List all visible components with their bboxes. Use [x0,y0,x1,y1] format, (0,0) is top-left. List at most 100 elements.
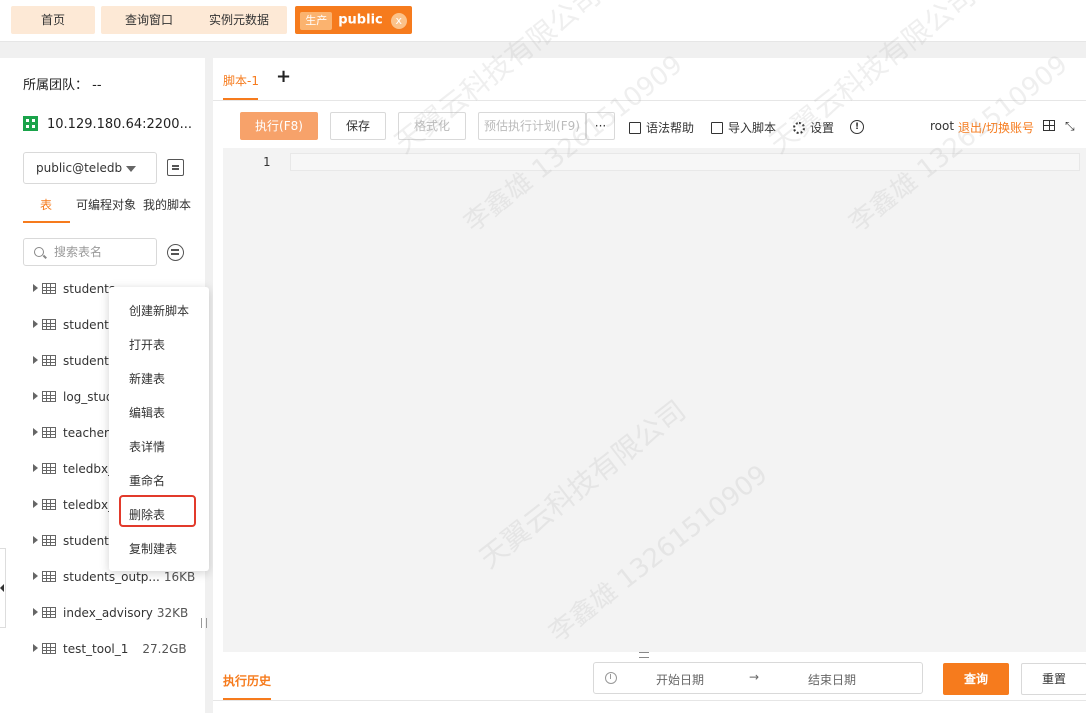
table-icon [42,355,56,366]
subtab-my-scripts[interactable]: 我的脚本 [143,196,191,213]
table-context-menu: 创建新脚本 打开表 新建表 编辑表 表详情 重命名 删除表 复制建表 [109,287,209,571]
expand-icon[interactable] [33,356,38,364]
server-address-text: 10.129.180.64:2200... [47,117,192,132]
sidebar-resize-handle[interactable] [201,618,207,628]
line-number: 1 [263,155,271,169]
object-subtabs: 表 可编程对象 我的脚本 [23,194,198,224]
menu-item-edit-table[interactable]: 编辑表 [129,404,165,421]
subtab-programmable[interactable]: 可编程对象 [76,196,136,213]
syntax-help-link[interactable]: 语法帮助 [629,119,694,136]
import-script-label: 导入脚本 [728,121,777,135]
date-range-picker[interactable]: 开始日期 → 结束日期 [593,662,923,694]
table-name: index_advisory [63,606,153,620]
info-icon[interactable]: ! [850,120,864,134]
menu-item-open-table[interactable]: 打开表 [129,336,165,353]
tab-script-1[interactable]: 脚本-1 [223,72,259,89]
query-button[interactable]: 查询 [943,663,1009,695]
expand-icon[interactable] [33,428,38,436]
table-icon [42,283,56,294]
current-line[interactable] [290,153,1080,171]
table-search-input[interactable]: 搜索表名 [23,238,157,266]
subtab-tables[interactable]: 表 [40,196,52,213]
panel-resize-handle[interactable] [639,652,649,658]
table-icon [42,319,56,330]
expand-icon[interactable] [33,284,38,292]
table-name: students [63,534,116,548]
menu-item-rename[interactable]: 重命名 [129,472,165,489]
tab-instance-metadata[interactable]: 实例元数据 [191,6,287,34]
settings-link[interactable]: 设置 [793,119,834,136]
start-date-field[interactable]: 开始日期 [656,671,704,688]
expand-icon[interactable] [33,500,38,508]
divider [213,700,1086,701]
table-name: students_outp... [63,570,160,584]
expand-icon[interactable] [33,644,38,652]
syntax-help-label: 语法帮助 [646,121,695,135]
table-row[interactable]: test_tool_1 27.2GB [33,642,198,662]
arrow-right-icon: → [749,670,760,684]
table-name: teledbx_ [63,462,115,476]
table-icon [42,391,56,402]
search-icon [34,247,44,257]
editor-panel: 脚本-1 + 执行(F8) 保存 格式化 预估执行计划(F9) ··· 语法帮助… [213,58,1086,713]
server-address[interactable]: 10.129.180.64:2200... [23,116,198,132]
table-size: 16KB [163,570,196,584]
table-row[interactable]: index_advisory 32KB [33,606,198,626]
table-icon [42,607,56,618]
reset-button[interactable]: 重置 [1021,663,1086,695]
table-size: 27.2GB [142,642,187,656]
logout-switch-link[interactable]: 退出/切换账号 [958,119,1034,136]
database-select-value: public@teledb [36,161,123,175]
format-button[interactable]: 格式化 [398,112,466,140]
import-script-link[interactable]: 导入脚本 [711,119,776,136]
end-date-field[interactable]: 结束日期 [808,671,856,688]
refresh-icon[interactable] [167,244,184,261]
database-select[interactable]: public@teledb [23,152,157,184]
tab-query-window[interactable]: 查询窗口 [101,6,197,34]
import-icon [711,122,723,134]
table-icon [42,463,56,474]
table-name: teledbx_ [63,498,115,512]
expand-icon[interactable] [33,572,38,580]
env-badge: 生产 [300,11,333,30]
layout-icon[interactable] [1043,120,1055,131]
menu-item-copy-ddl[interactable]: 复制建表 [129,540,177,557]
table-size: 32KB [156,606,189,620]
fullscreen-icon[interactable]: ⤡ [1065,119,1075,134]
tab-execution-history[interactable]: 执行历史 [223,672,271,689]
table-icon [42,535,56,546]
expand-icon[interactable] [33,392,38,400]
save-button[interactable]: 保存 [330,112,386,140]
expand-icon[interactable] [33,536,38,544]
tab-public-label: public [338,12,383,28]
estimate-plan-button[interactable]: 预估执行计划(F9) [478,112,586,140]
table-icon [42,427,56,438]
help-icon [629,122,641,134]
table-row[interactable]: students_outp... 16KB [33,570,198,590]
menu-item-new-table[interactable]: 新建表 [129,370,165,387]
tab-public[interactable]: 生产 public x [295,6,412,34]
table-icon [42,499,56,510]
sql-editor[interactable]: 1 [223,148,1086,652]
more-button[interactable]: ··· [586,112,615,140]
table-name: students [63,354,116,368]
close-icon[interactable]: x [390,12,407,29]
settings-label: 设置 [810,121,835,135]
table-name: log_stud [63,390,114,404]
collapse-sidebar-handle[interactable] [0,548,6,628]
run-button[interactable]: 执行(F8) [240,112,318,140]
copy-icon[interactable] [167,159,184,176]
menu-item-table-details[interactable]: 表详情 [129,438,165,455]
table-name: students [63,282,116,296]
top-tab-bar: 首页 查询窗口 实例元数据 生产 public x [0,0,1086,42]
expand-icon[interactable] [33,464,38,472]
expand-icon[interactable] [33,320,38,328]
expand-icon[interactable] [33,608,38,616]
add-tab-button[interactable]: + [276,66,291,87]
subtab-underline [23,221,70,223]
tab-home[interactable]: 首页 [11,6,95,34]
menu-item-create-script[interactable]: 创建新脚本 [129,302,189,319]
table-name: students [63,318,116,332]
table-icon [42,571,56,582]
team-label: 所属团队： -- [23,78,102,93]
